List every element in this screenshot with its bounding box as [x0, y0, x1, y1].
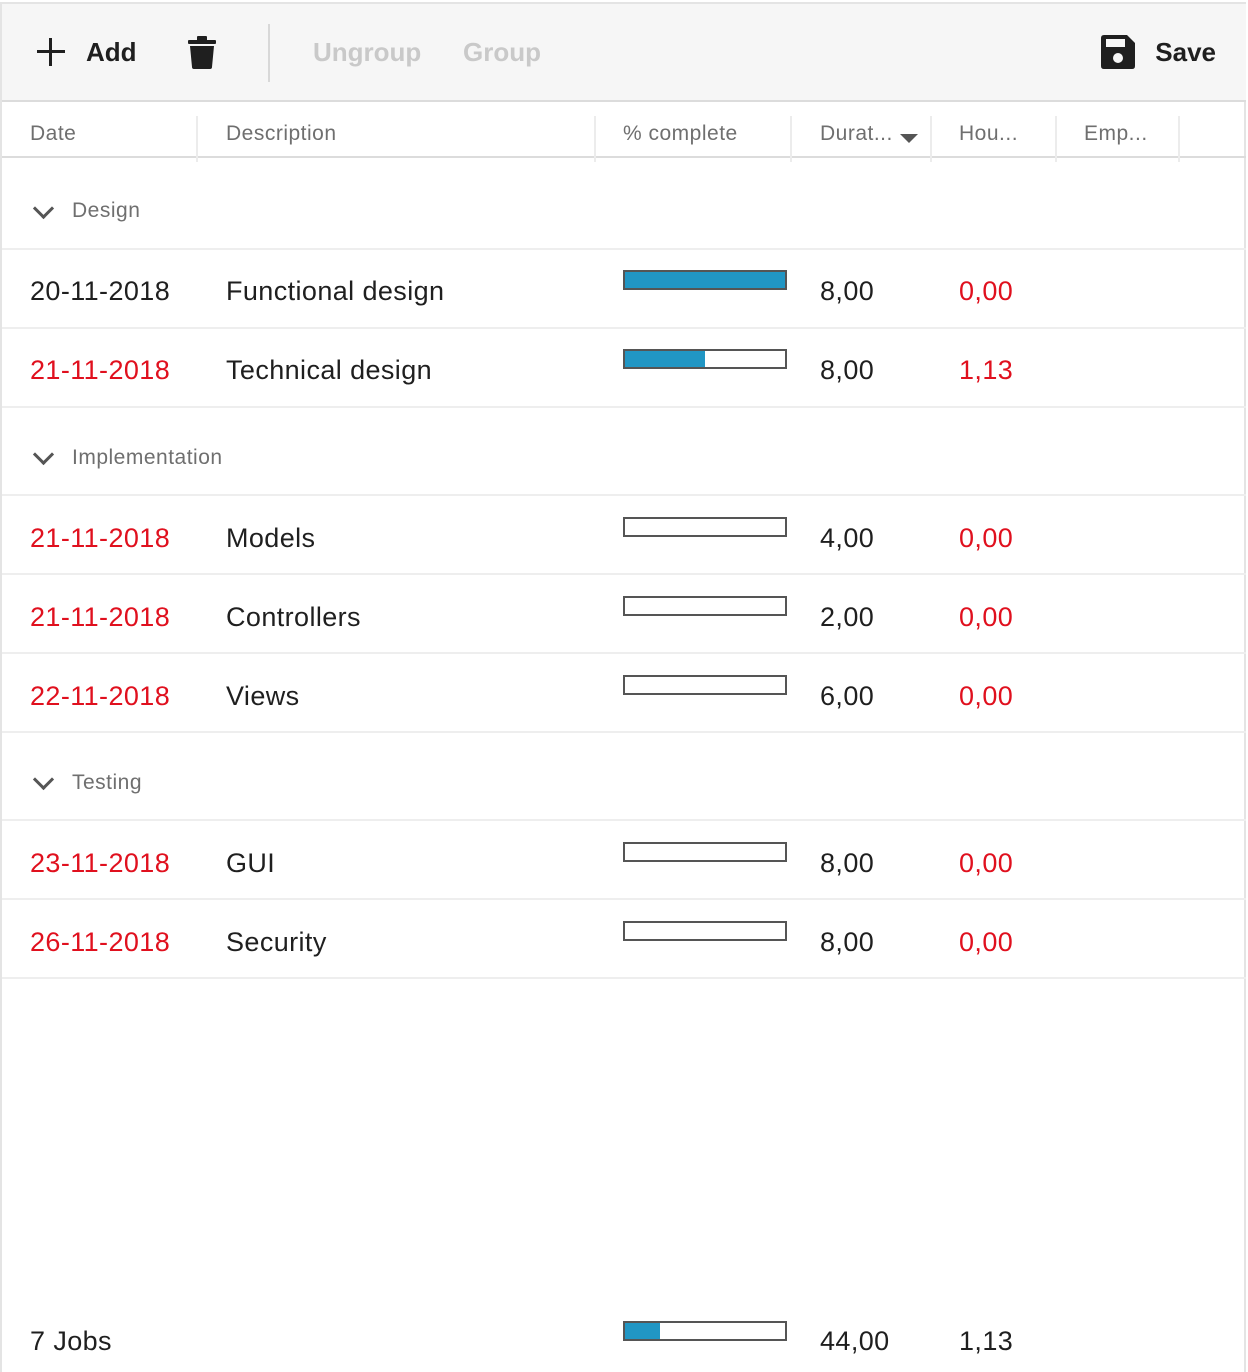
- add-button-label: Add: [86, 36, 137, 67]
- table-row[interactable]: 20-11-2018 Functional design 8,00 0,00: [2, 250, 1246, 329]
- group-label: Design: [72, 199, 141, 222]
- duration-cell[interactable]: 8,00: [820, 355, 874, 386]
- table-row[interactable]: 23-11-2018 GUI 8,00 0,00: [2, 821, 1246, 900]
- description-cell[interactable]: Controllers: [226, 602, 361, 633]
- duration-cell[interactable]: 8,00: [820, 927, 874, 958]
- hours-cell[interactable]: 0,00: [959, 276, 1013, 307]
- hours-cell[interactable]: 1,13: [959, 355, 1013, 386]
- progress-bar[interactable]: [623, 675, 787, 695]
- chevron-down-icon[interactable]: [32, 443, 55, 466]
- group-row-testing[interactable]: Testing: [2, 733, 1246, 821]
- group-row-implementation[interactable]: Implementation: [2, 408, 1246, 496]
- duration-cell[interactable]: 2,00: [820, 602, 874, 633]
- description-cell[interactable]: Security: [226, 927, 327, 958]
- trash-icon: [188, 36, 216, 69]
- description-cell[interactable]: GUI: [226, 848, 275, 879]
- progress-bar[interactable]: [623, 596, 787, 616]
- delete-button[interactable]: [188, 4, 216, 100]
- summary-row: 7 Jobs 44,00 1,13: [2, 1300, 1246, 1372]
- date-cell[interactable]: 26-11-2018: [30, 927, 170, 958]
- table-row[interactable]: 26-11-2018 Security 8,00 0,00: [2, 900, 1246, 979]
- progress-bar[interactable]: [623, 270, 787, 290]
- table-row[interactable]: 22-11-2018 Views 6,00 0,00: [2, 654, 1246, 733]
- add-button[interactable]: Add: [36, 4, 137, 100]
- column-resize-handle[interactable]: [594, 116, 596, 162]
- column-resize-handle[interactable]: [930, 116, 932, 162]
- hours-cell[interactable]: 0,00: [959, 523, 1013, 554]
- save-button[interactable]: Save: [1101, 4, 1216, 100]
- date-cell[interactable]: 21-11-2018: [30, 602, 170, 633]
- progress-fill: [625, 351, 705, 367]
- duration-cell[interactable]: 8,00: [820, 848, 874, 879]
- table-row[interactable]: 21-11-2018 Controllers 2,00 0,00: [2, 575, 1246, 654]
- toolbar: Add Ungroup Group Save: [2, 4, 1246, 102]
- duration-cell[interactable]: 4,00: [820, 523, 874, 554]
- date-cell[interactable]: 23-11-2018: [30, 848, 170, 879]
- description-cell[interactable]: Functional design: [226, 276, 444, 307]
- group-button[interactable]: Group: [463, 4, 541, 100]
- column-header-hours[interactable]: Hou...: [959, 102, 1018, 156]
- toolbar-separator: [268, 24, 270, 82]
- column-header-description[interactable]: Description: [226, 102, 337, 156]
- progress-bar[interactable]: [623, 517, 787, 537]
- column-header-employee[interactable]: Emp...: [1084, 102, 1148, 156]
- progress-bar[interactable]: [623, 842, 787, 862]
- description-cell[interactable]: Views: [226, 681, 300, 712]
- description-cell[interactable]: Technical design: [226, 355, 432, 386]
- date-cell[interactable]: 20-11-2018: [30, 276, 170, 307]
- hours-cell[interactable]: 0,00: [959, 848, 1013, 879]
- save-button-label: Save: [1155, 36, 1216, 67]
- description-cell[interactable]: Models: [226, 523, 315, 554]
- date-cell[interactable]: 21-11-2018: [30, 355, 170, 386]
- table-row[interactable]: 21-11-2018 Models 4,00 0,00: [2, 496, 1246, 575]
- date-cell[interactable]: 22-11-2018: [30, 681, 170, 712]
- ungroup-button[interactable]: Ungroup: [313, 4, 421, 100]
- progress-fill: [625, 272, 785, 288]
- date-cell[interactable]: 21-11-2018: [30, 523, 170, 554]
- duration-total: 44,00: [820, 1326, 890, 1356]
- total-progress-bar: [623, 1321, 787, 1341]
- hours-cell[interactable]: 0,00: [959, 602, 1013, 633]
- table-row[interactable]: 21-11-2018 Technical design 8,00 1,13: [2, 329, 1246, 408]
- column-header-row: Date Description % complete Durat... Hou…: [2, 102, 1246, 162]
- chevron-down-icon[interactable]: [32, 768, 55, 791]
- group-label: Implementation: [72, 446, 223, 469]
- group-label: Testing: [72, 771, 143, 794]
- progress-bar[interactable]: [623, 921, 787, 941]
- column-resize-handle[interactable]: [1055, 116, 1057, 162]
- plus-icon: [36, 37, 66, 67]
- column-header-date[interactable]: Date: [30, 102, 76, 156]
- column-header-duration[interactable]: Durat...: [820, 102, 893, 156]
- sort-descending-icon[interactable]: [900, 134, 918, 143]
- job-count: 7 Jobs: [30, 1326, 112, 1356]
- chevron-down-icon[interactable]: [32, 197, 55, 220]
- column-resize-handle[interactable]: [1178, 116, 1180, 162]
- hours-cell[interactable]: 0,00: [959, 927, 1013, 958]
- progress-fill: [625, 1323, 661, 1339]
- progress-bar[interactable]: [623, 349, 787, 369]
- column-resize-handle[interactable]: [790, 116, 792, 162]
- group-row-design[interactable]: Design: [2, 158, 1246, 250]
- column-resize-handle[interactable]: [196, 116, 198, 162]
- column-header-complete[interactable]: % complete: [623, 102, 738, 156]
- hours-total: 1,13: [959, 1326, 1014, 1356]
- hours-cell[interactable]: 0,00: [959, 681, 1013, 712]
- duration-cell[interactable]: 8,00: [820, 276, 874, 307]
- duration-cell[interactable]: 6,00: [820, 681, 874, 712]
- floppy-disk-icon: [1101, 35, 1136, 69]
